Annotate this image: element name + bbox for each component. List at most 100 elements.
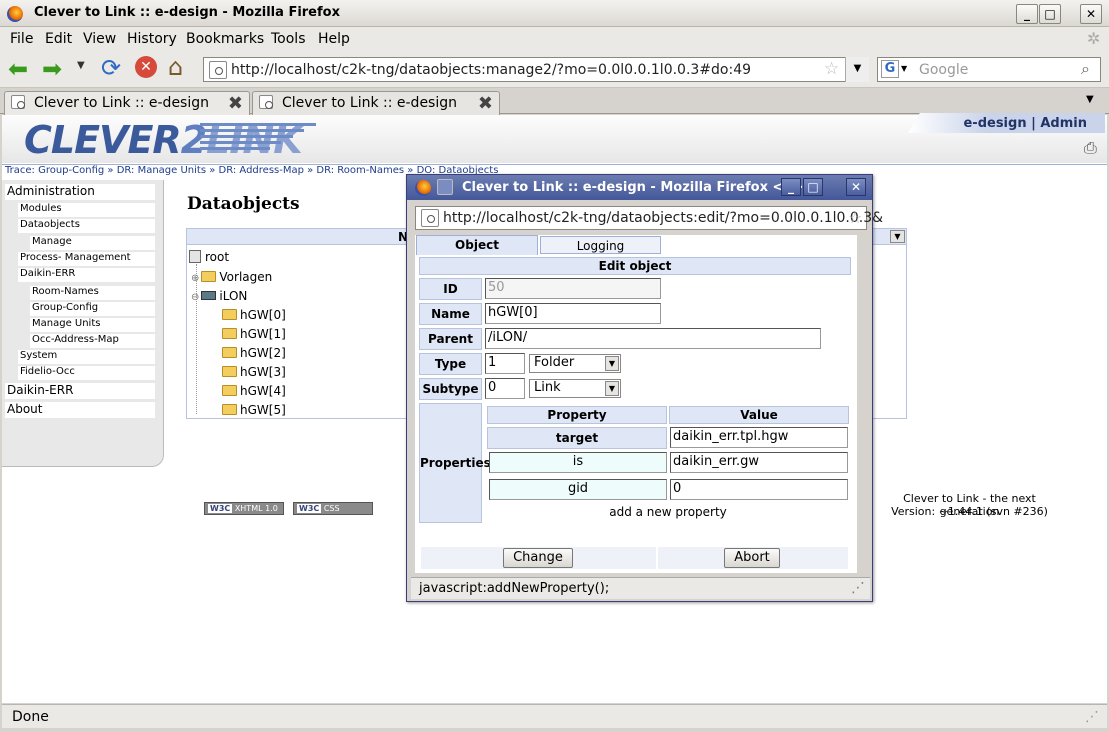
menu-view[interactable]: View <box>83 31 116 47</box>
tree-item-hgw4[interactable]: hGW[4] <box>222 384 286 398</box>
add-property-link[interactable]: add a new property <box>487 505 849 519</box>
tree-item-hgw3[interactable]: hGW[3] <box>222 365 286 379</box>
sidebar-item[interactable]: Occ-Address-Map <box>30 334 155 348</box>
print-icon[interactable]: ⎙ <box>1084 138 1097 158</box>
xhtml-valid-badge[interactable]: W3C XHTML 1.0 <box>204 502 284 515</box>
popup-window: Clever to Link :: e-design - Mozilla Fir… <box>406 174 883 602</box>
menu-history[interactable]: History <box>127 31 177 47</box>
menu-help[interactable]: Help <box>318 31 350 47</box>
tree-item-ilon[interactable]: ⊖ iLON <box>191 289 247 303</box>
popup-maximize-icon[interactable]: □ <box>803 178 823 196</box>
status-text: Done <box>12 709 49 725</box>
tab-list-icon[interactable]: ▼ <box>1086 94 1094 105</box>
tab-1[interactable]: Clever to Link :: e-design ✖ <box>4 91 250 115</box>
type-field[interactable]: 1 <box>485 353 525 374</box>
search-box[interactable]: G ▼ Google ⌕ <box>877 57 1101 82</box>
popup-body: Object Logging Edit object ID 50 Name hG… <box>415 235 857 573</box>
link-folder-icon <box>222 309 237 320</box>
sidebar-item[interactable]: Daikin-ERR <box>18 268 155 282</box>
popup-close-icon[interactable]: ✕ <box>846 178 866 196</box>
sidebar-item[interactable]: Manage Units <box>30 318 155 332</box>
history-dropdown-icon[interactable]: ▼ <box>77 60 85 71</box>
menu-tools[interactable]: Tools <box>271 31 306 47</box>
tree-header-dropdown-icon[interactable]: ▼ <box>890 230 905 243</box>
window-titlebar: Clever to Link :: e-design - Mozilla Fir… <box>0 0 1109 27</box>
back-icon[interactable]: ⬅ <box>8 55 28 83</box>
collapse-icon[interactable]: ⊖ <box>191 292 199 303</box>
sidebar-item[interactable]: Dataobjects <box>18 219 155 233</box>
tree-item-root[interactable]: root <box>189 250 229 264</box>
popup-url-bar[interactable]: http://localhost/c2k-tng/dataobjects:edi… <box>415 206 883 230</box>
link-folder-icon <box>222 347 237 358</box>
search-engine-dropdown-icon[interactable]: ▼ <box>901 64 907 73</box>
type-select[interactable]: Folder ▼ <box>529 354 621 373</box>
throbber-icon: ✲ <box>1087 29 1101 48</box>
change-button[interactable]: Change <box>503 548 573 568</box>
popup-status-bar: javascript:addNewProperty(); ⋰ <box>411 577 870 599</box>
col-property: Property <box>487 406 667 424</box>
page-title: Dataobjects <box>187 194 300 214</box>
bookmark-star-icon[interactable]: ☆ <box>848 208 862 227</box>
tab-logging[interactable]: Logging <box>540 236 661 254</box>
popup-url-text: http://localhost/c2k-tng/dataobjects:edi… <box>443 210 884 226</box>
home-icon[interactable]: ⌂ <box>168 53 183 81</box>
properties-label: Properties <box>419 403 491 523</box>
window-title: Clever to Link :: e-design - Mozilla Fir… <box>34 5 340 20</box>
subtype-select[interactable]: Link ▼ <box>529 379 621 398</box>
sidebar-item[interactable]: Fidelio-Occ <box>18 366 155 380</box>
popup-minimize-icon[interactable]: _ <box>781 178 801 196</box>
sidebar-item[interactable]: Process- Management <box>18 252 155 266</box>
bookmark-star-icon[interactable]: ☆ <box>824 59 839 79</box>
sidebar-item[interactable]: Modules <box>18 203 155 217</box>
sidebar-item[interactable]: Group-Config <box>30 302 155 316</box>
sidebar-item[interactable]: Room-Names <box>30 286 155 300</box>
menu-edit[interactable]: Edit <box>45 31 72 47</box>
sidebar-item[interactable]: About <box>5 402 155 418</box>
menu-file[interactable]: File <box>10 31 33 47</box>
property-key-target: target <box>487 427 667 449</box>
expand-icon[interactable]: ⊕ <box>191 273 199 284</box>
property-key-is[interactable]: is <box>489 452 667 473</box>
url-bar[interactable]: http://localhost/c2k-tng/dataobjects:man… <box>203 57 869 82</box>
abort-button[interactable]: Abort <box>724 548 780 568</box>
url-dropdown-icon[interactable]: ▼ <box>845 57 869 82</box>
tree-item-hgw1[interactable]: hGW[1] <box>222 327 286 341</box>
name-field[interactable]: hGW[0] <box>485 303 661 324</box>
sidebar-item[interactable]: System <box>18 350 155 364</box>
tree-item-hgw0[interactable]: hGW[0] <box>222 308 286 322</box>
forward-icon[interactable]: ➡ <box>42 55 62 83</box>
subtype-field[interactable]: 0 <box>485 378 525 399</box>
sidebar-item[interactable]: Daikin-ERR <box>5 383 155 399</box>
search-icon[interactable]: ⌕ <box>1081 59 1090 79</box>
menu-bookmarks[interactable]: Bookmarks <box>186 31 264 47</box>
property-value-is[interactable]: daikin_err.gw <box>670 452 848 473</box>
tree-item-vorlagen[interactable]: ⊕ Vorlagen <box>191 270 272 284</box>
resize-grip-icon[interactable]: ⋰ <box>851 580 865 596</box>
property-key-gid[interactable]: gid <box>489 479 667 500</box>
tab-object[interactable]: Object <box>416 235 538 255</box>
css-valid-badge[interactable]: W3C CSS <box>293 502 373 515</box>
site-icon <box>421 209 439 227</box>
tab-close-icon[interactable]: ✖ <box>478 93 493 114</box>
page-icon <box>437 179 453 195</box>
search-placeholder: Google <box>919 62 969 78</box>
minimize-icon[interactable]: _ <box>1016 4 1038 24</box>
sidebar-item[interactable]: Manage <box>30 236 155 250</box>
property-value-target[interactable]: daikin_err.tpl.hgw <box>670 427 848 448</box>
tree-item-hgw5[interactable]: hGW[5] <box>222 403 286 417</box>
tab-close-icon[interactable]: ✖ <box>228 93 243 114</box>
maximize-icon[interactable]: □ <box>1039 4 1061 24</box>
parent-field[interactable]: /iLON/ <box>485 328 821 349</box>
reload-icon[interactable]: ⟳ <box>101 54 121 82</box>
tree-item-hgw2[interactable]: hGW[2] <box>222 346 286 360</box>
close-icon[interactable]: ✕ <box>1080 4 1102 24</box>
property-value-gid[interactable]: 0 <box>670 479 848 500</box>
tab-2[interactable]: Clever to Link :: e-design ✖ <box>252 91 500 115</box>
sidebar-item[interactable]: Administration <box>5 184 155 200</box>
section-header: Edit object <box>419 257 851 275</box>
stop-icon[interactable]: ✕ <box>135 56 157 78</box>
search-engine-icon[interactable]: G <box>881 60 899 78</box>
tab-page-icon <box>11 95 25 109</box>
url-text: http://localhost/c2k-tng/dataobjects:man… <box>231 62 752 78</box>
site-icon <box>209 61 227 79</box>
